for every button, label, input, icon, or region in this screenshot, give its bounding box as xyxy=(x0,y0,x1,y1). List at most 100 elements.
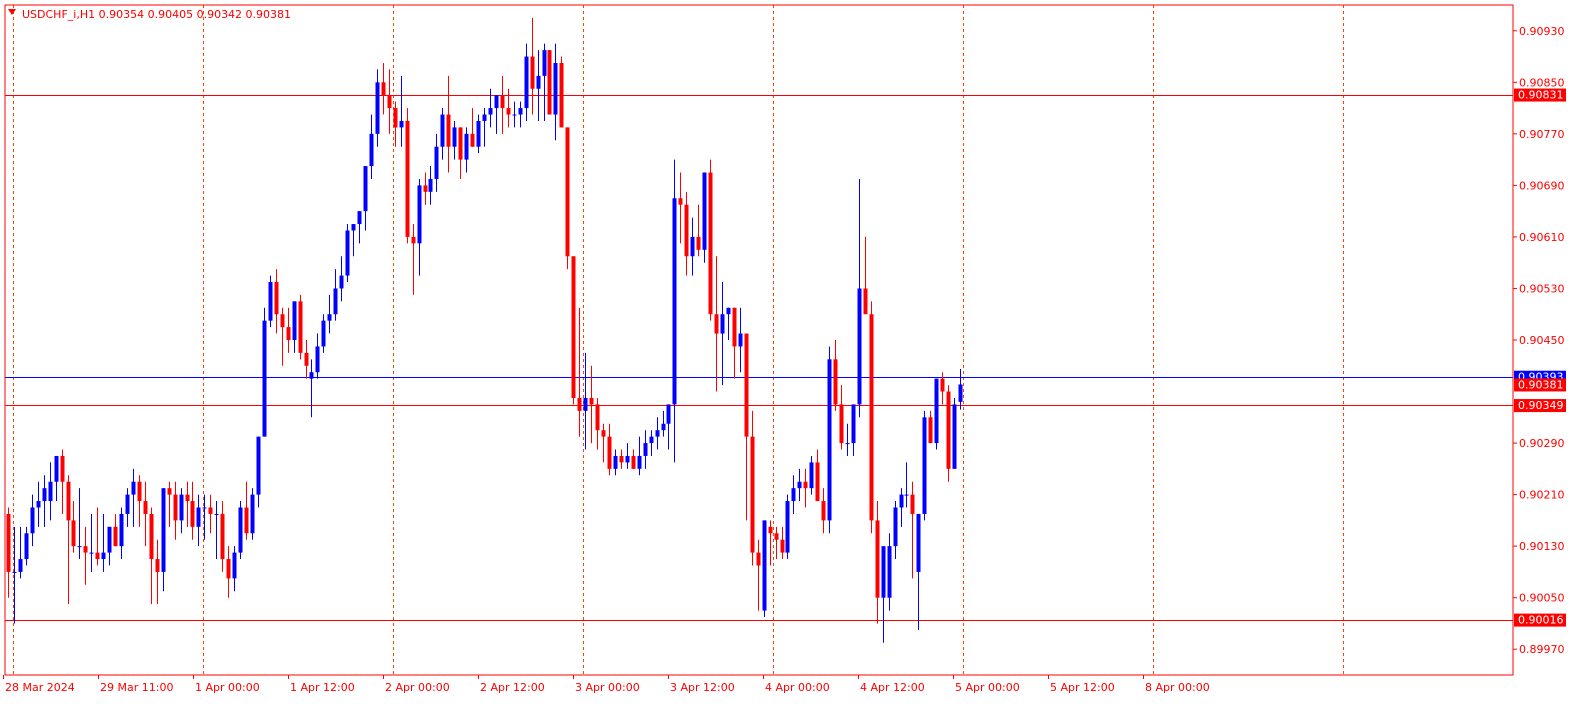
price-label-text: 0.90381 xyxy=(1518,378,1564,391)
candle-body xyxy=(256,436,261,495)
candle xyxy=(149,507,154,605)
candle-body xyxy=(797,481,802,489)
candle xyxy=(518,101,523,128)
candle-body xyxy=(238,507,243,553)
candle xyxy=(375,69,380,147)
candle xyxy=(268,275,273,328)
candle xyxy=(702,172,707,263)
candle xyxy=(54,455,59,502)
candle xyxy=(274,269,279,334)
candle xyxy=(607,423,612,476)
candle xyxy=(95,507,100,566)
candle xyxy=(821,488,826,534)
candle xyxy=(547,50,552,115)
candle-body xyxy=(845,443,850,445)
candle-body xyxy=(666,404,671,424)
candle-body xyxy=(440,114,445,147)
candle xyxy=(262,307,267,437)
candle xyxy=(637,436,642,476)
time-axis[interactable]: 28 Mar 2024 29 Mar 11:00 1 Apr 00:00 1 Apr … xyxy=(3,675,1210,694)
triangle-down-icon[interactable] xyxy=(8,9,16,15)
candle-body xyxy=(512,114,517,116)
x-tick-label: 2 Apr 00:00 xyxy=(385,681,450,694)
candle-body xyxy=(179,494,184,521)
candle xyxy=(423,172,428,205)
y-tick-label: 0.90210 xyxy=(1519,489,1565,502)
x-tick-label: 1 Apr 12:00 xyxy=(290,681,355,694)
candle-body xyxy=(559,62,564,128)
candle xyxy=(298,294,303,360)
candle xyxy=(428,166,433,205)
candle xyxy=(756,539,761,611)
candle xyxy=(655,417,660,450)
candle xyxy=(179,488,184,534)
chart-header: USDCHF_i,H1 0.90354 0.90405 0.90342 0.90… xyxy=(8,8,291,21)
candle xyxy=(339,256,344,302)
candle xyxy=(887,533,892,611)
candle xyxy=(482,108,487,147)
candle xyxy=(738,307,743,373)
candle-body xyxy=(791,488,796,502)
candle-body xyxy=(345,230,350,276)
candle xyxy=(916,513,921,630)
candle xyxy=(857,178,862,418)
candle xyxy=(30,494,35,547)
candle xyxy=(845,423,850,456)
candle-body xyxy=(321,320,326,347)
candle xyxy=(131,468,136,527)
candle xyxy=(744,333,749,521)
candle-body xyxy=(922,417,927,514)
candle xyxy=(363,166,368,231)
candle xyxy=(304,340,309,379)
candle-body xyxy=(815,462,820,502)
candles xyxy=(6,17,963,643)
candle xyxy=(280,307,285,366)
candle-body xyxy=(405,120,410,237)
candle xyxy=(678,172,683,244)
candle xyxy=(244,481,249,540)
candle xyxy=(321,314,326,353)
candle-body xyxy=(690,236,695,257)
candle xyxy=(583,352,588,450)
candle xyxy=(714,256,719,392)
y-tick-label: 0.90530 xyxy=(1519,282,1565,295)
candle-body xyxy=(309,372,314,379)
candle-body xyxy=(220,513,225,560)
candle xyxy=(405,108,410,244)
candle-body xyxy=(214,513,219,515)
symbol-info: USDCHF_i,H1 0.90354 0.90405 0.90342 0.90… xyxy=(22,8,291,21)
candle-body xyxy=(637,455,642,469)
candlestick-chart[interactable]: 0.90930 0.90850 0.90770 0.90690 0.90610 0.905… xyxy=(0,0,1586,709)
candle-body xyxy=(357,211,362,225)
candle-body xyxy=(827,359,832,521)
price-axis[interactable]: 0.90930 0.90850 0.90770 0.90690 0.90610 0.905… xyxy=(1513,25,1565,656)
candle-body xyxy=(643,443,648,456)
candle-body xyxy=(12,571,17,573)
candle xyxy=(393,101,398,147)
candle-body xyxy=(339,275,344,289)
candle-body xyxy=(268,282,273,321)
candle-body xyxy=(458,127,463,160)
candle xyxy=(726,307,731,340)
candle xyxy=(530,17,535,115)
candle-body xyxy=(803,481,808,489)
candle-body xyxy=(54,455,59,482)
candle-body xyxy=(36,501,41,508)
candle xyxy=(851,404,856,456)
candle xyxy=(292,301,297,353)
candle-body xyxy=(375,82,380,134)
candle-body xyxy=(143,501,148,514)
candle xyxy=(524,43,529,121)
candle xyxy=(256,436,261,508)
candle-body xyxy=(77,546,82,548)
candle xyxy=(369,114,374,179)
candle xyxy=(774,526,779,560)
candle-body xyxy=(399,120,404,128)
candle xyxy=(411,224,416,295)
candle-body xyxy=(732,307,737,347)
candle xyxy=(464,127,469,173)
candle-body xyxy=(774,533,779,540)
candle-body xyxy=(785,501,790,553)
candle xyxy=(785,494,790,560)
candle xyxy=(137,475,142,527)
